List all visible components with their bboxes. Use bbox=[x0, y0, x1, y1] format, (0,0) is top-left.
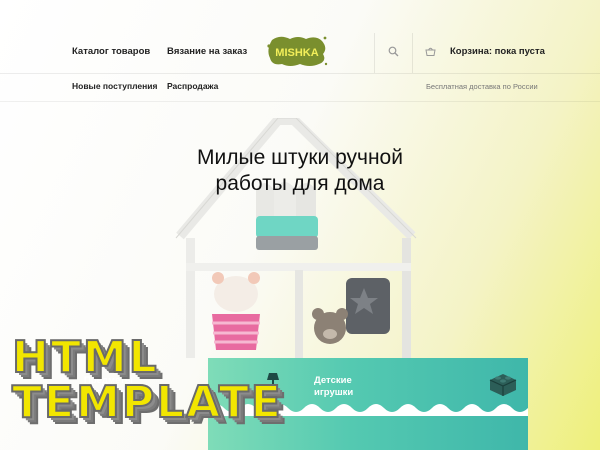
logo-text: MISHKA bbox=[275, 47, 318, 59]
category-label-line1: Детские bbox=[314, 375, 352, 386]
nav-new-arrivals-link[interactable]: Новые поступления bbox=[72, 81, 157, 91]
mishka-logo[interactable]: MISHKA bbox=[266, 34, 328, 68]
category-toys-link[interactable]: Детские игрушки bbox=[314, 375, 353, 399]
hero-title: Милые штуки ручной работы для дома bbox=[150, 145, 450, 197]
lego-icon bbox=[489, 374, 517, 396]
nav-catalog-link[interactable]: Каталог товаров bbox=[72, 46, 150, 57]
nav-knitting-order-link[interactable]: Вязание на заказ bbox=[167, 46, 247, 57]
hero-title-line2: работы для дома bbox=[215, 172, 385, 195]
overlay-html-text: HTML bbox=[11, 332, 159, 383]
divider bbox=[412, 33, 413, 73]
cart-status-link[interactable]: Корзина: пока пуста bbox=[450, 46, 545, 57]
nav-sale-link[interactable]: Распродажа bbox=[167, 81, 218, 91]
free-delivery-notice: Бесплатная доставка по России bbox=[426, 82, 538, 91]
category-label-line2: игрушки bbox=[314, 387, 354, 398]
basket-icon[interactable] bbox=[425, 46, 436, 57]
hero-title-line1: Милые штуки ручной bbox=[197, 146, 403, 169]
overlay-template-text: TEMPLATE bbox=[11, 377, 283, 428]
search-icon[interactable] bbox=[388, 46, 399, 57]
divider bbox=[374, 33, 375, 73]
